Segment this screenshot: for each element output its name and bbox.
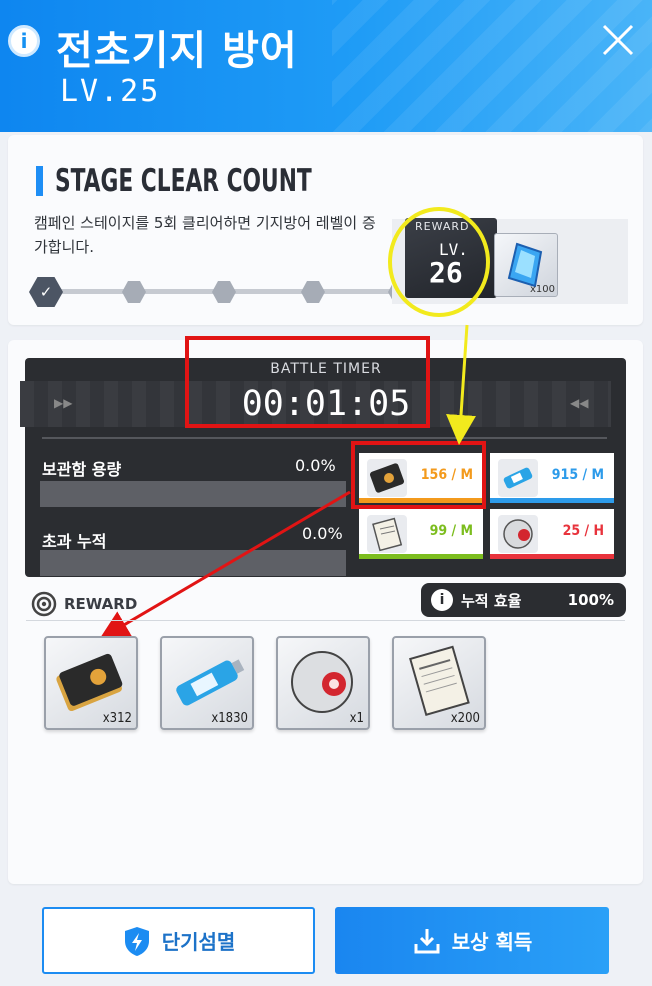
annotation-yellow-arrow	[446, 324, 476, 445]
annotation-arrows	[99, 324, 476, 640]
efficiency-pill[interactable]: i 누적 효율 100%	[421, 583, 626, 617]
reward-item-credit[interactable]: x312	[44, 636, 138, 730]
download-icon	[414, 928, 440, 953]
annotation-red-arrow	[99, 490, 351, 640]
reward-item-core-orb[interactable]: x1	[276, 636, 370, 730]
quick-sweep-label: 단기섬멸	[161, 930, 236, 954]
reward-label: REWARD	[64, 595, 138, 613]
item-count: x1830	[211, 711, 248, 726]
item-count: x1	[349, 711, 364, 726]
info-icon: i	[431, 589, 453, 611]
shield-bolt-icon	[124, 926, 149, 956]
quick-sweep-button[interactable]: 단기섬멸	[42, 907, 315, 974]
reward-section-title: REWARD	[30, 591, 137, 617]
claim-reward-button[interactable]: 보상 획득	[335, 907, 609, 974]
efficiency-label: 누적 효율	[461, 591, 522, 610]
reward-item-document[interactable]: x200	[392, 636, 486, 730]
efficiency-value: 100%	[567, 591, 614, 609]
item-count: x312	[102, 711, 132, 726]
reward-divider	[26, 620, 625, 621]
signal-icon	[31, 591, 57, 617]
claim-reward-label: 보상 획득	[451, 930, 533, 954]
reward-item-battle-data[interactable]: x1830	[160, 636, 254, 730]
item-count: x200	[450, 711, 480, 726]
